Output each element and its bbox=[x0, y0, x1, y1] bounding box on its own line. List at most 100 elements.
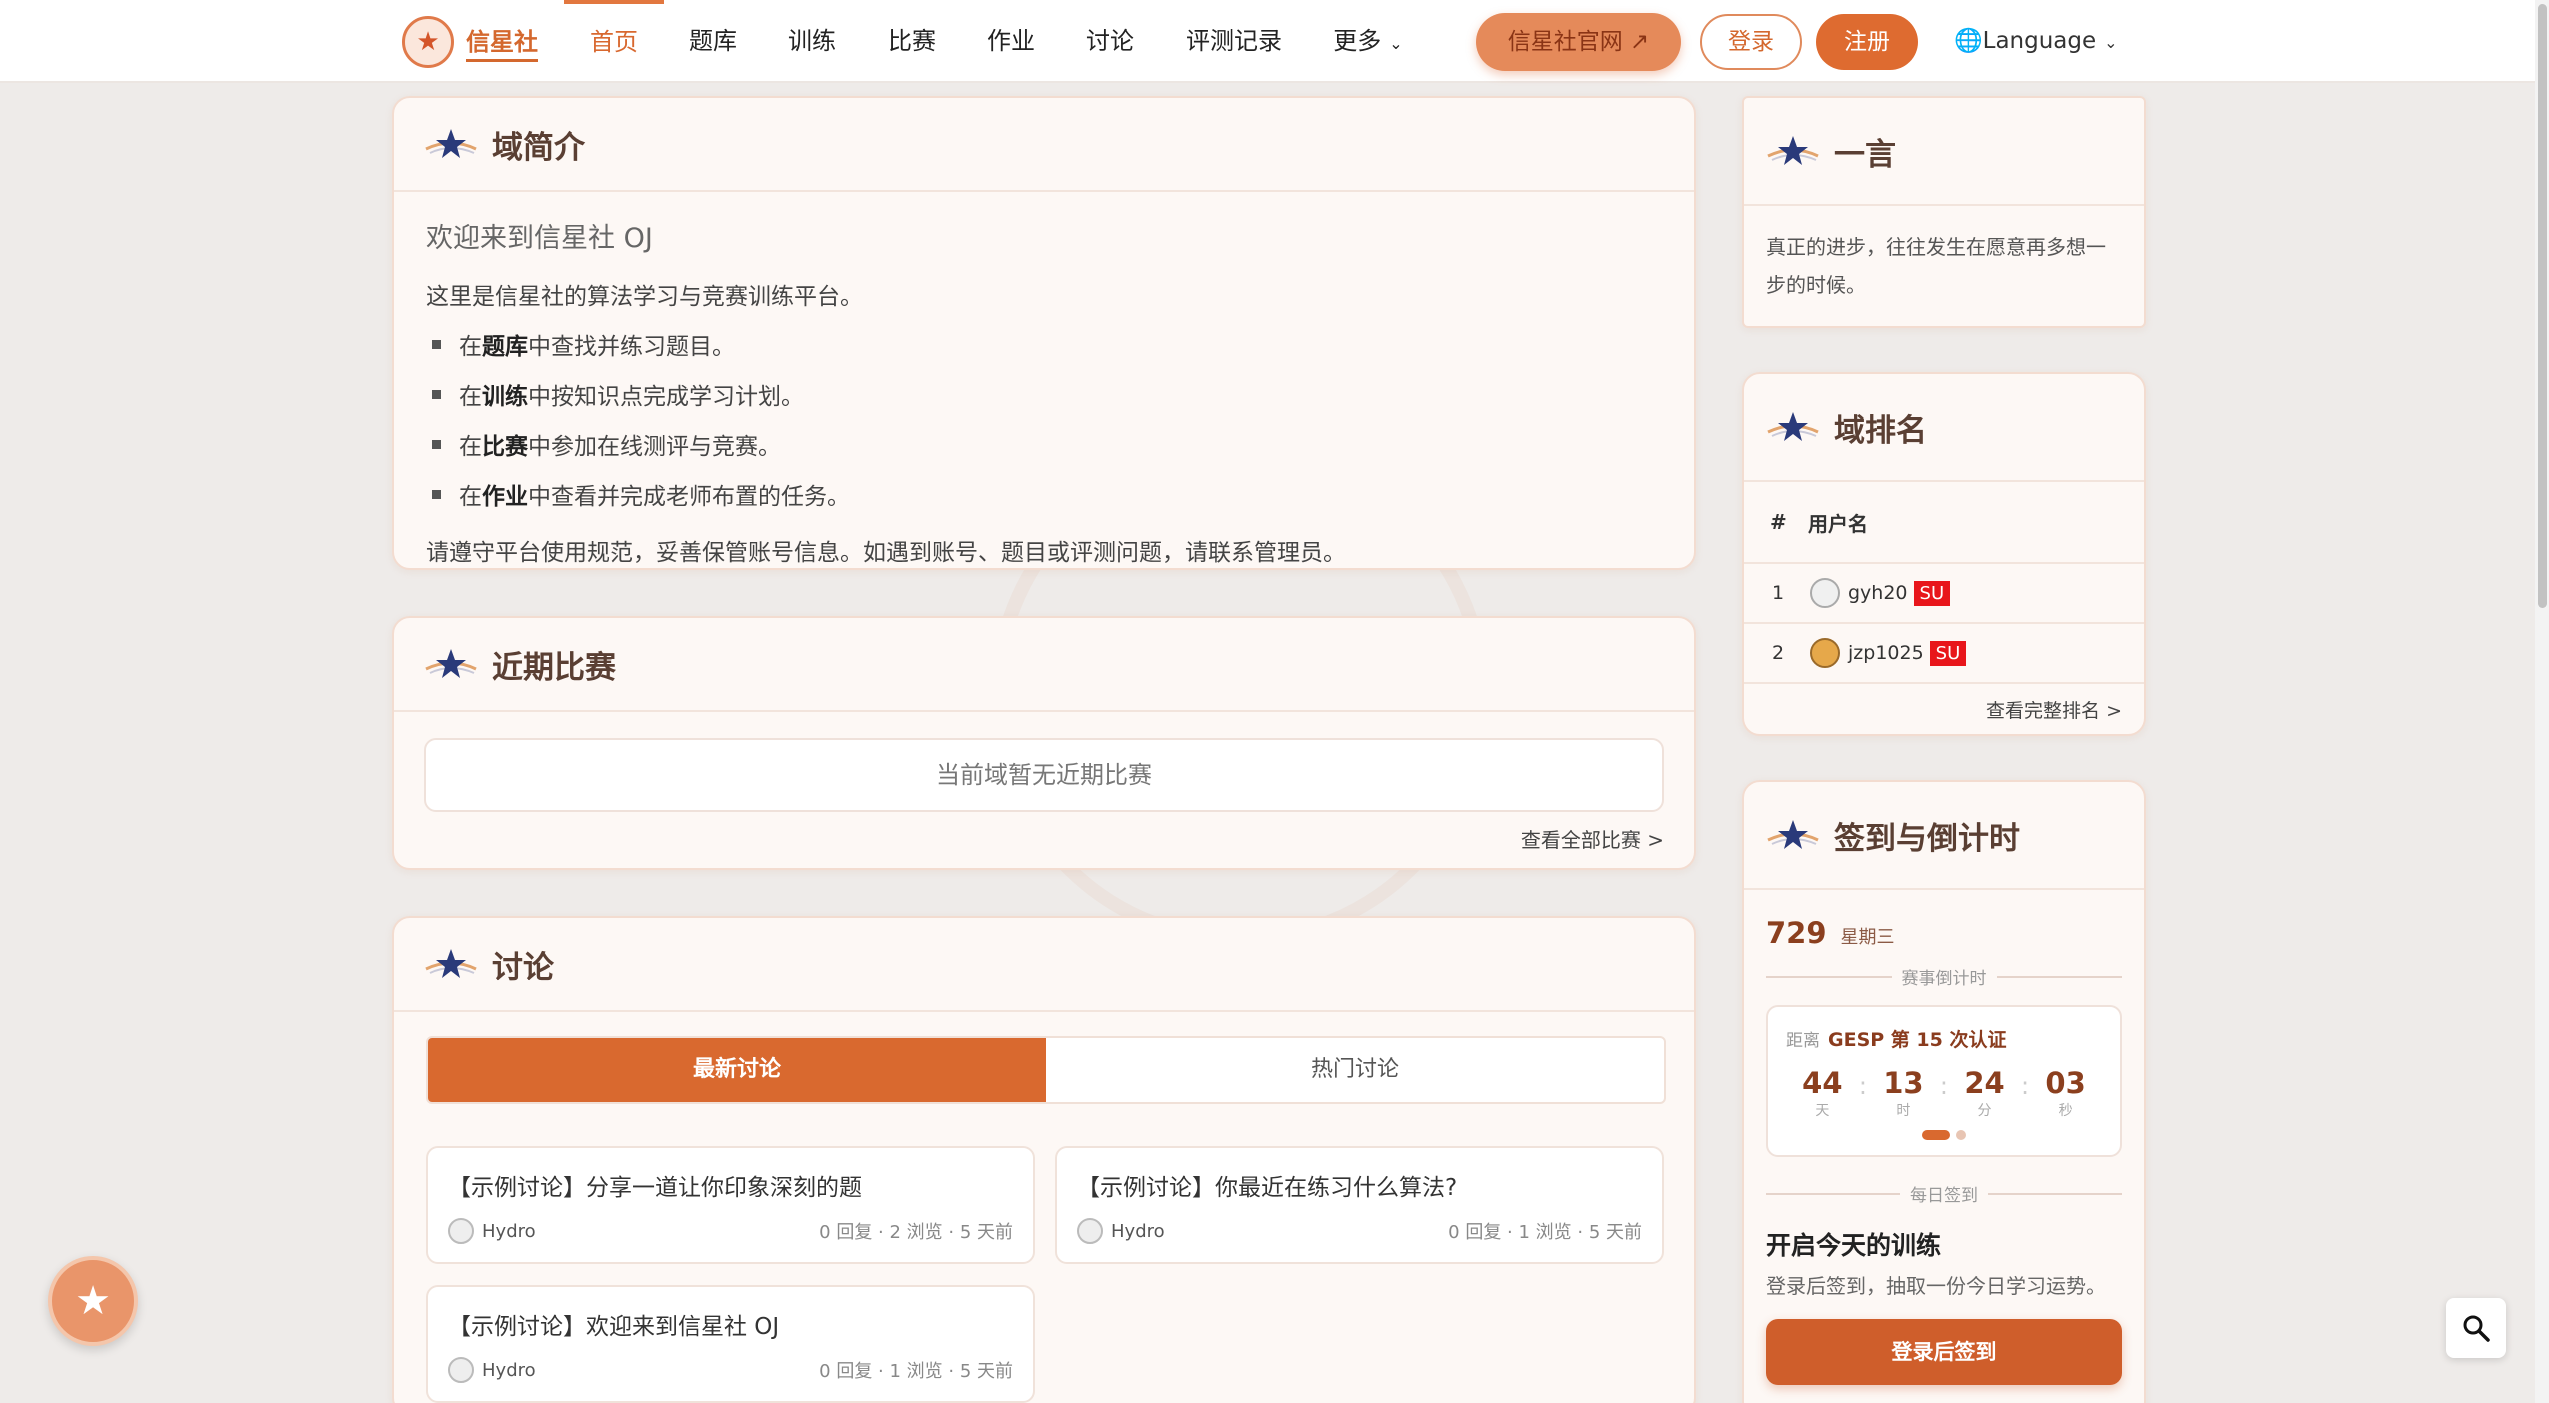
discussion-title[interactable]: 【示例讨论】你最近在练习什么算法? bbox=[1077, 1168, 1642, 1202]
discussion-card: 讨论 最新讨论 热门讨论 【示例讨论】分享一道让你印象深刻的题 Hydro 0 … bbox=[392, 916, 1696, 1403]
countdown-days: 44 天 bbox=[1802, 1066, 1842, 1120]
intro-bullet: 在 作业 中查看并完成老师布置的任务。 bbox=[426, 477, 1662, 511]
card-title: 域简介 bbox=[492, 129, 585, 166]
bullet-text: 在 bbox=[459, 484, 482, 510]
countdown-value: 03 bbox=[2045, 1066, 2086, 1100]
intro-notice: 请遵守平台使用规范，妥善保管账号信息。如遇到账号、题目或评测问题，请联系管理员。 bbox=[426, 540, 1346, 566]
register-button[interactable]: 注册 bbox=[1816, 14, 1918, 70]
discussion-stats: 0 回复 · 1 浏览 · 5 天前 bbox=[1448, 1222, 1642, 1243]
discussion-meta: Hydro 0 回复 · 1 浏览 · 5 天前 bbox=[448, 1357, 1013, 1383]
discussion-title[interactable]: 【示例讨论】分享一道让你印象深刻的题 bbox=[448, 1168, 1013, 1202]
card-title: 近期比赛 bbox=[492, 649, 616, 686]
card-title: 签到与倒计时 bbox=[1834, 820, 2020, 857]
ranking-header: # 用户名 bbox=[1744, 482, 2144, 564]
discussion-author[interactable]: Hydro bbox=[482, 1221, 536, 1242]
nav-home[interactable]: 首页 bbox=[564, 0, 664, 83]
countdown-hours: 13 时 bbox=[1883, 1066, 1923, 1120]
intro-welcome: 欢迎来到信星社 OJ bbox=[426, 223, 653, 254]
checkin-button[interactable]: 登录后签到 bbox=[1766, 1319, 2122, 1385]
nav-discussion[interactable]: 讨论 bbox=[1060, 0, 1160, 83]
rank-number: 1 bbox=[1772, 582, 1785, 604]
countdown-value: 44 bbox=[1802, 1066, 1843, 1100]
nav-homework[interactable]: 作业 bbox=[962, 0, 1060, 83]
card-title: 域排名 bbox=[1834, 412, 1927, 449]
star-logo-icon bbox=[425, 129, 477, 158]
discussion-author[interactable]: Hydro bbox=[482, 1360, 536, 1381]
countdown-unit-label: 分 bbox=[1977, 1103, 1992, 1119]
card-header: 一言 bbox=[1744, 98, 2144, 206]
card-header: 签到与倒计时 bbox=[1744, 782, 2144, 890]
tab-hot[interactable]: 热门讨论 bbox=[1046, 1038, 1664, 1102]
bullet-text: 中按知识点完成学习计划。 bbox=[528, 384, 804, 410]
view-full-ranking-link[interactable]: 查看完整排名 > bbox=[1744, 696, 2144, 723]
nav-more[interactable]: 更多 ⌄ bbox=[1318, 0, 1418, 83]
countdown-units: 44 天 : 13 时 : 24 分 : 03 秒 bbox=[1786, 1066, 2102, 1120]
carousel-dot-active[interactable] bbox=[1922, 1130, 1950, 1140]
star-logo-icon bbox=[1767, 820, 1819, 849]
countdown-divider: 赛事倒计时 bbox=[1766, 964, 2122, 989]
date-weekday: 星期三 bbox=[1840, 927, 1895, 948]
event-name: GESP 第 15 次认证 bbox=[1828, 1029, 2007, 1051]
quote-card: 一言 真正的进步，往往发生在愿意再多想一步的时候。 bbox=[1742, 96, 2146, 328]
separator: : bbox=[1939, 1072, 1948, 1100]
card-header: 域简介 bbox=[394, 98, 1694, 192]
avatar bbox=[1077, 1218, 1103, 1244]
globe-icon: 🌐 bbox=[1954, 28, 1983, 54]
nav-records[interactable]: 评测记录 bbox=[1160, 0, 1308, 83]
discussion-stats: 0 回复 · 1 浏览 · 5 天前 bbox=[819, 1361, 1013, 1382]
rank-username[interactable]: gyh20 bbox=[1848, 582, 1908, 604]
carousel-dot[interactable] bbox=[1956, 1130, 1966, 1140]
floating-logo-icon[interactable]: ★ bbox=[48, 1256, 138, 1346]
brand-name: 信星社 bbox=[466, 22, 538, 62]
discussion-tabs: 最新讨论 热门讨论 bbox=[426, 1036, 1666, 1104]
carousel-dots[interactable] bbox=[1786, 1130, 2102, 1140]
card-header: 讨论 bbox=[394, 918, 1694, 1012]
top-navbar: ★ 信星社 首页 题库 训练 比赛 作业 讨论 评测记录 更多 ⌄ 信星社官网 ↗… bbox=[0, 0, 2535, 83]
tab-latest[interactable]: 最新讨论 bbox=[428, 1038, 1046, 1102]
login-button[interactable]: 登录 bbox=[1700, 14, 1802, 70]
avatar bbox=[448, 1218, 474, 1244]
discussion-title[interactable]: 【示例讨论】欢迎来到信星社 OJ bbox=[448, 1307, 1013, 1341]
discussion-item[interactable]: 【示例讨论】欢迎来到信星社 OJ Hydro 0 回复 · 1 浏览 · 5 天… bbox=[426, 1285, 1035, 1403]
col-username: 用户名 bbox=[1808, 511, 1868, 536]
discussion-author[interactable]: Hydro bbox=[1111, 1221, 1165, 1242]
separator: : bbox=[2020, 1072, 2030, 1100]
daily-label: 每日签到 bbox=[1910, 1186, 1978, 1206]
scrollbar-thumb[interactable] bbox=[2538, 4, 2547, 608]
ranking-row: 1 gyh20 SU bbox=[1744, 564, 2144, 624]
nav-training[interactable]: 训练 bbox=[762, 0, 862, 83]
ranking-card: 域排名 # 用户名 1 gyh20 SU 2 jzp1025 SU 查看完整排名… bbox=[1742, 372, 2146, 736]
countdown-label: 赛事倒计时 bbox=[1901, 969, 1987, 989]
language-selector[interactable]: 🌐Language ⌄ bbox=[1954, 0, 2118, 83]
intro-bullet: 在 训练 中按知识点完成学习计划。 bbox=[426, 377, 1662, 411]
nav-problems[interactable]: 题库 bbox=[664, 0, 762, 83]
bullet-keyword: 比赛 bbox=[482, 434, 528, 460]
quote-text: 真正的进步，往往发生在愿意再多想一步的时候。 bbox=[1766, 235, 2106, 297]
bullet-icon bbox=[432, 389, 441, 399]
countdown-value: 13 bbox=[1883, 1066, 1924, 1100]
rank-username[interactable]: jzp1025 bbox=[1848, 642, 1924, 664]
countdown-minutes: 24 分 bbox=[1964, 1066, 2004, 1120]
brand[interactable]: ★ 信星社 bbox=[402, 14, 538, 70]
search-button[interactable] bbox=[2446, 1298, 2506, 1358]
bullet-keyword: 题库 bbox=[482, 334, 528, 360]
nav-contest[interactable]: 比赛 bbox=[862, 0, 962, 83]
event-prefix: 距离 bbox=[1786, 1031, 1820, 1051]
bullet-icon bbox=[432, 489, 441, 499]
official-site-button[interactable]: 信星社官网 ↗ bbox=[1476, 13, 1681, 71]
bullet-text: 在 bbox=[459, 334, 482, 360]
discussion-item[interactable]: 【示例讨论】分享一道让你印象深刻的题 Hydro 0 回复 · 2 浏览 · 5… bbox=[426, 1146, 1035, 1264]
recent-contests-card: 近期比赛 当前域暂无近期比赛 查看全部比赛 > bbox=[392, 616, 1696, 870]
checkin-countdown-card: 签到与倒计时 729 星期三 赛事倒计时 距离 GESP 第 15 次认证 44 天… bbox=[1742, 780, 2146, 1403]
countdown-event: 距离 GESP 第 15 次认证 bbox=[1786, 1025, 2102, 1052]
discussion-item[interactable]: 【示例讨论】你最近在练习什么算法? Hydro 0 回复 · 1 浏览 · 5 … bbox=[1055, 1146, 1664, 1264]
date-day: 729 bbox=[1766, 916, 1827, 950]
current-date: 729 星期三 bbox=[1744, 890, 2144, 950]
avatar bbox=[1810, 638, 1840, 668]
view-all-contests-link[interactable]: 查看全部比赛 > bbox=[1521, 824, 1664, 853]
star-logo-icon bbox=[1767, 412, 1819, 441]
card-header: 域排名 bbox=[1744, 374, 2144, 482]
bullet-text: 在 bbox=[459, 434, 482, 460]
avatar bbox=[1810, 578, 1840, 608]
brand-logo-icon: ★ bbox=[402, 16, 454, 68]
